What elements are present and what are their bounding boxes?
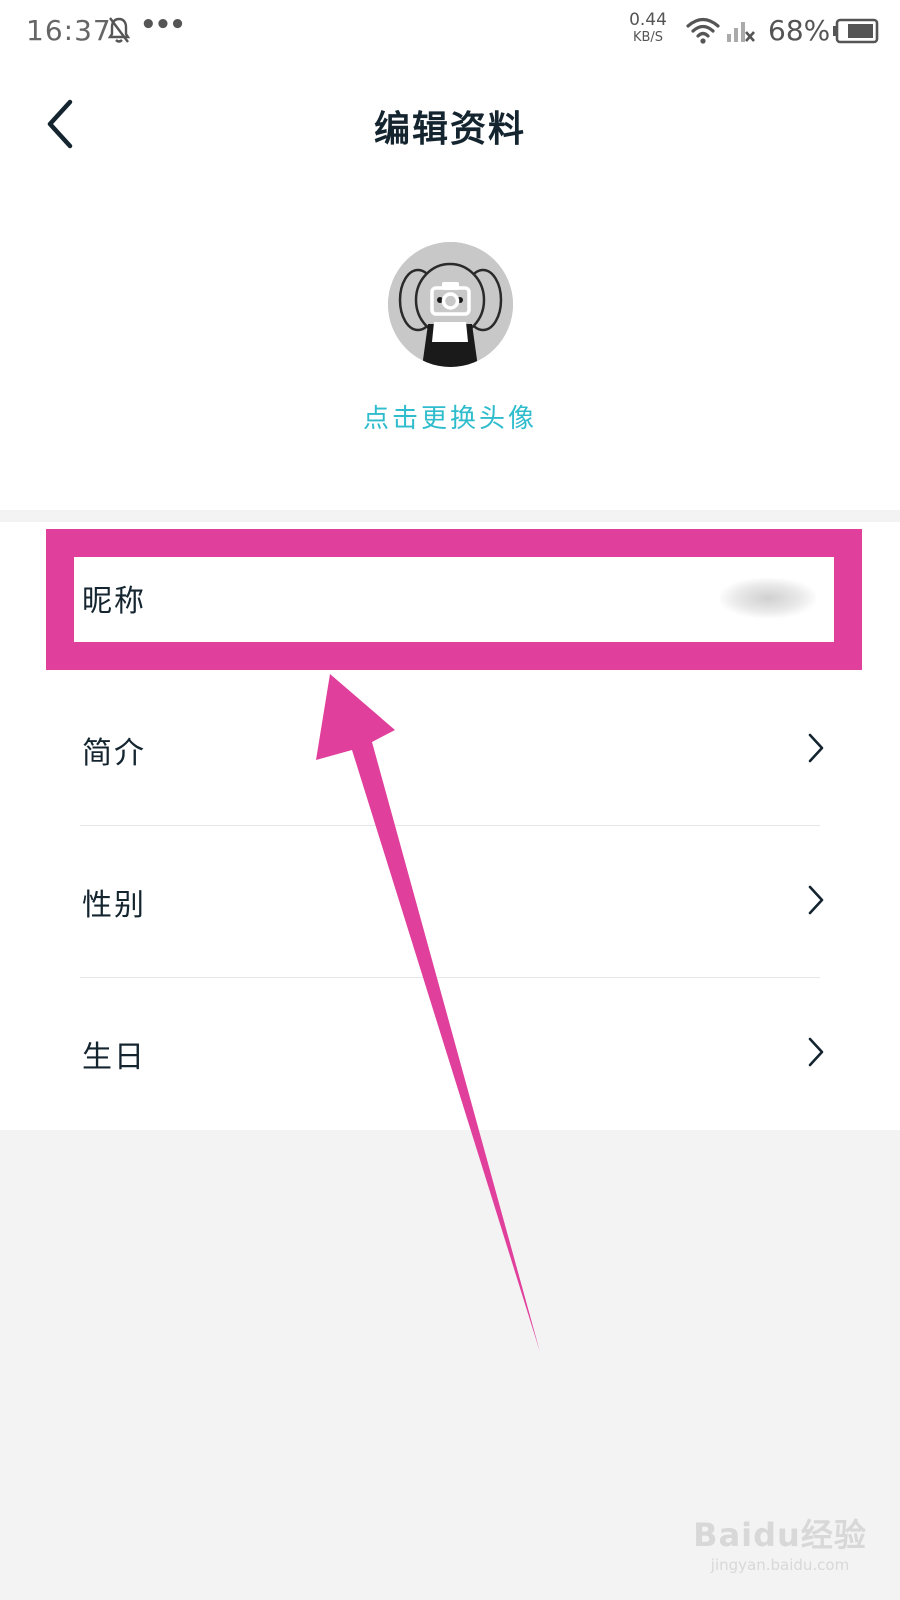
bell-muted-icon [107,16,131,48]
list-item-intro[interactable]: 简介 [0,674,900,826]
list-item-birthday[interactable]: 生日 [0,978,900,1130]
watermark-logo: Baidu经验 [693,1516,867,1554]
change-avatar-link[interactable]: 点击更换头像 [0,398,900,435]
chevron-right-icon [808,1037,824,1071]
page-title: 编辑资料 [373,108,526,150]
list-item-nickname[interactable]: 昵称 [0,522,900,674]
watermark-url: jingyan.baidu.com [710,1556,850,1574]
network-speed-unit: KB/S [632,30,664,45]
list-item-gender[interactable]: 性别 [0,826,900,978]
network-speed-value: 0.44 [629,10,667,30]
network-speed: 0.44 KB/S [624,10,672,45]
intro-label: 简介 [82,736,146,771]
battery-percent: 68% [768,14,831,47]
chevron-right-icon [808,733,824,767]
avatar[interactable] [388,242,513,367]
gender-label: 性别 [82,888,146,923]
watermark: Baidu经验 jingyan.baidu.com [690,1510,870,1574]
more-dots-icon: ••• [140,10,186,40]
battery-icon [832,18,880,48]
profile-fields-list: 昵称 简介 性别 生日 [0,522,900,1130]
nickname-label: 昵称 [82,584,146,619]
status-bar: 16:37 ••• 0.44 KB/S 68% [0,0,900,62]
wifi-icon [686,16,720,48]
status-time: 16:37 [26,14,112,47]
birthday-label: 生日 [82,1040,146,1075]
chevron-right-icon [808,885,824,919]
nickname-value-blurred [720,578,816,618]
signal-no-service-icon [726,16,756,48]
